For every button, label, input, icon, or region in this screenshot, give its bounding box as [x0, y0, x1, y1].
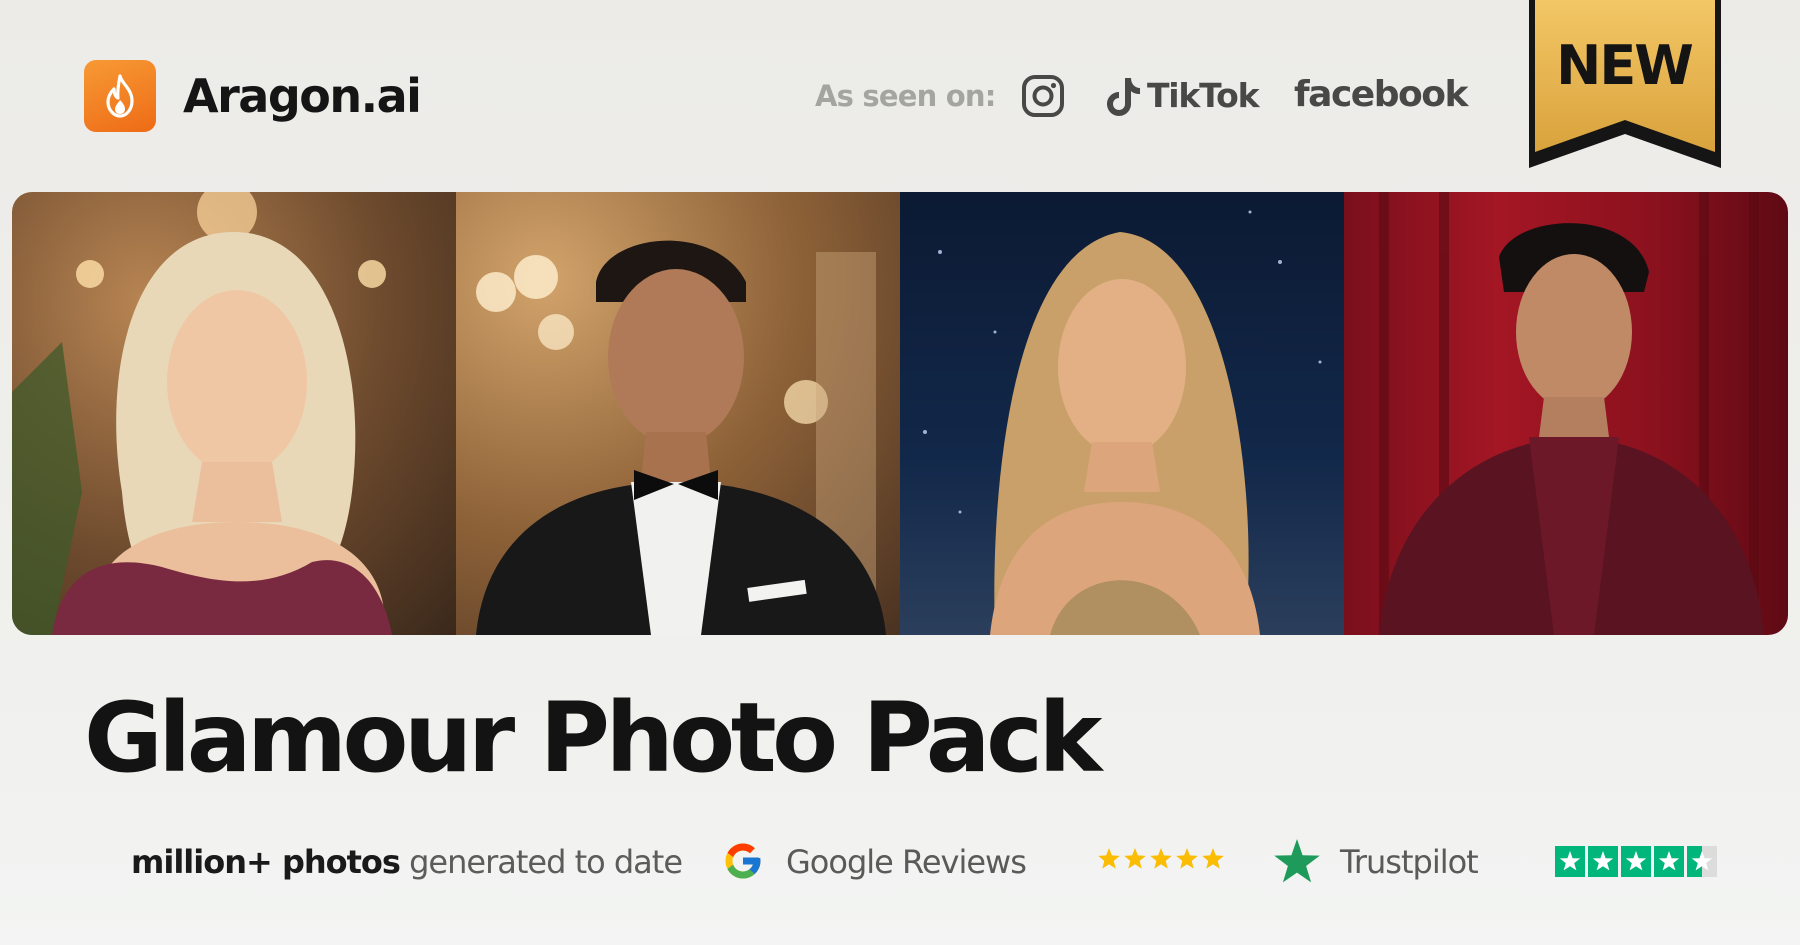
star-icon	[1098, 848, 1120, 869]
instagram-icon[interactable]	[1021, 74, 1065, 118]
gallery-photo-woman-gold-dress[interactable]	[900, 192, 1344, 635]
tiktok-logo[interactable]: TikTok	[1105, 74, 1260, 118]
aragon-logo-icon[interactable]	[84, 60, 156, 132]
photos-generated-label: generated to date	[399, 843, 683, 881]
star-icon	[1124, 848, 1146, 869]
star-icon	[1202, 848, 1224, 869]
tiktok-label: TikTok	[1147, 76, 1260, 115]
landing-page: Aragon.ai As seen on: TikTok facebook NE…	[0, 0, 1800, 945]
as-seen-on-label: As seen on:	[815, 79, 996, 113]
google-icon	[725, 843, 761, 879]
brand-name[interactable]: Aragon.ai	[183, 66, 422, 126]
gallery-photo-man-tuxedo[interactable]	[456, 192, 900, 635]
trustpilot-label[interactable]: Trustpilot	[1340, 840, 1479, 884]
page-title: Glamour Photo Pack	[84, 682, 1102, 794]
glamour-photo-gallery	[12, 192, 1788, 635]
gallery-photo-man-velvet-blazer[interactable]	[1344, 192, 1788, 635]
trustpilot-rating	[1555, 846, 1717, 877]
photos-generated-stat: million+ photos generated to date	[131, 840, 683, 884]
google-star-rating	[1098, 848, 1224, 869]
photos-count-label: million+ photos	[131, 843, 401, 881]
star-icon	[1150, 848, 1172, 869]
gallery-photo-woman-burgundy-dress[interactable]	[12, 192, 456, 635]
tiktok-icon	[1107, 78, 1140, 116]
star-icon	[1176, 848, 1198, 869]
trustpilot-star-icon	[1274, 839, 1320, 883]
flame-icon	[106, 74, 134, 118]
new-badge-label: NEW	[1556, 34, 1694, 97]
facebook-logo[interactable]: facebook	[1294, 72, 1468, 118]
google-reviews-label[interactable]: Google Reviews	[786, 840, 1027, 884]
